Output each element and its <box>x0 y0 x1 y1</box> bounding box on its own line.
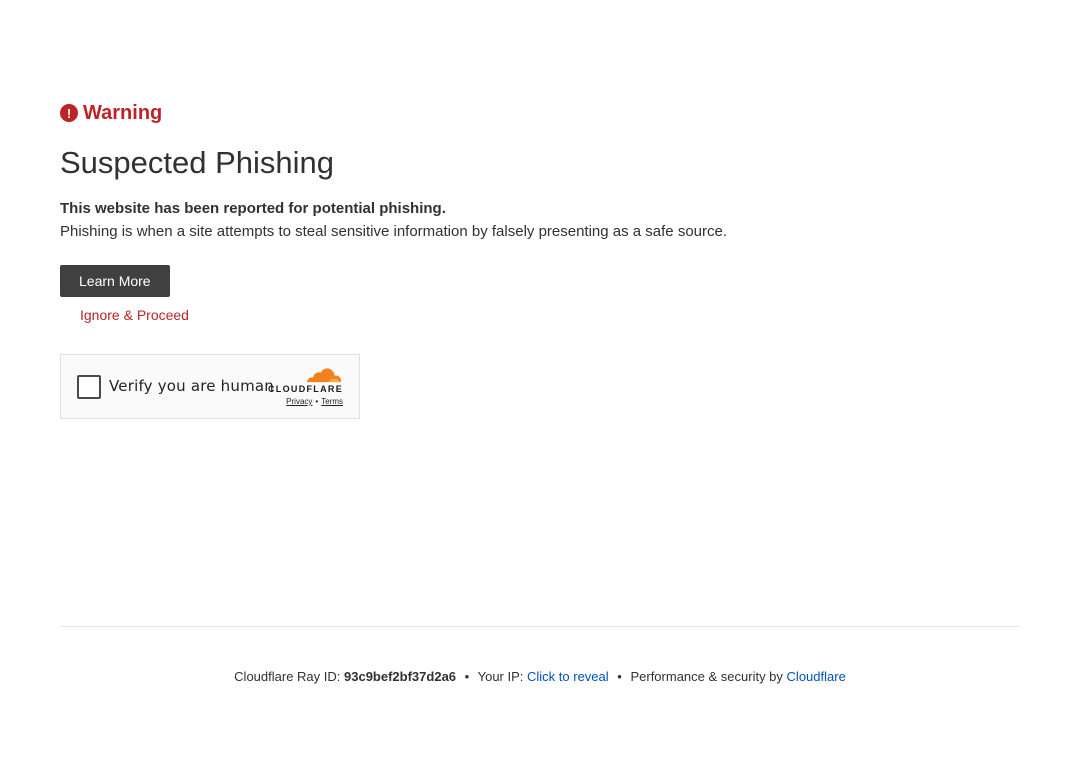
ray-id-value: 93c9bef2bf37d2a6 <box>344 669 457 684</box>
terms-link[interactable]: Terms <box>321 397 343 406</box>
reveal-ip-link[interactable]: Click to reveal <box>527 669 609 684</box>
footer: Cloudflare Ray ID: 93c9bef2bf37d2a6 • Yo… <box>0 668 1080 686</box>
verify-label: Verify you are human <box>109 377 275 395</box>
phishing-notice: This website has been reported for poten… <box>60 200 446 217</box>
verify-checkbox[interactable] <box>77 375 101 399</box>
turnstile-widget: Verify you are human CLOUDFLARE Privacy •… <box>60 354 360 419</box>
warning-label: Warning <box>83 101 163 124</box>
learn-more-button[interactable]: Learn More <box>60 265 170 297</box>
page-title: Suspected Phishing <box>60 145 335 180</box>
cloudflare-cloud-icon <box>306 368 341 384</box>
exclamation-circle-icon: ! <box>60 104 78 122</box>
phishing-warning-page: ! Warning Suspected Phishing This websit… <box>0 0 1080 768</box>
phishing-description: Phishing is when a site attempts to stea… <box>60 223 728 240</box>
ray-id-label: Cloudflare Ray ID: <box>234 669 341 684</box>
turnstile-links: Privacy • Terms <box>267 396 343 408</box>
footer-divider <box>60 626 1020 627</box>
cloudflare-branding: CLOUDFLARE Privacy • Terms <box>267 366 343 408</box>
cloudflare-wordmark: CLOUDFLARE <box>268 384 343 394</box>
ip-label: Your IP: <box>477 669 524 684</box>
cloudflare-link[interactable]: Cloudflare <box>787 669 846 684</box>
privacy-link[interactable]: Privacy <box>286 397 312 406</box>
warning-header: ! Warning <box>60 100 1020 126</box>
links-separator: • <box>315 397 319 406</box>
ignore-proceed-link[interactable]: Ignore & Proceed <box>80 306 1020 324</box>
footer-bullet: • <box>464 669 470 684</box>
performance-label: Performance & security by <box>630 669 783 684</box>
footer-bullet: • <box>617 669 622 684</box>
main-content: ! Warning Suspected Phishing This websit… <box>60 100 1020 419</box>
